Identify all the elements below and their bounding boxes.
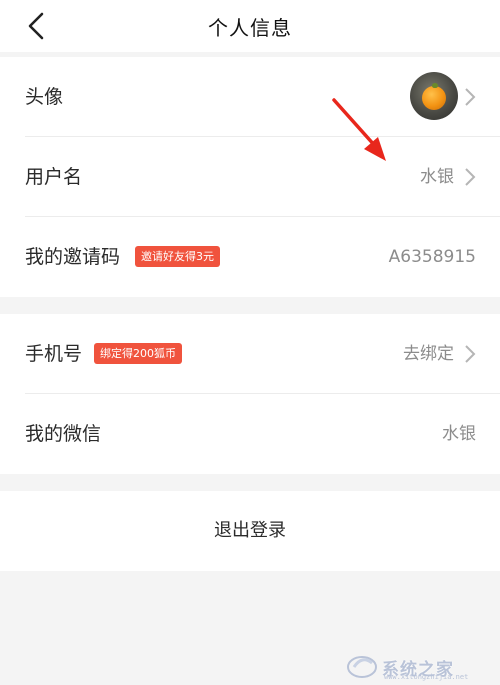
logout-label: 退出登录 [214,520,286,541]
wechat-value: 水银 [442,424,476,444]
avatar[interactable] [410,72,458,120]
top-bar: 个人信息 [0,0,500,52]
invite-code-row[interactable]: 我的邀请码 邀请好友得3元 A6358915 [0,217,500,297]
phone-reward-badge: 绑定得200狐币 [94,343,182,364]
avatar-label: 头像 [25,86,64,108]
phone-label: 手机号 [25,343,83,365]
watermark-url: www.xitongzhijia.net [384,673,469,681]
phone-row[interactable]: 手机号 绑定得200狐币 去绑定 [0,314,500,394]
invite-code-value: A6358915 [388,247,476,267]
wechat-row[interactable]: 我的微信 水银 [0,394,500,474]
orange-picture [422,86,446,110]
wechat-label: 我的微信 [25,423,102,445]
account-section: 手机号 绑定得200狐币 去绑定 我的微信 水银 [0,314,500,474]
avatar-row[interactable]: 头像 [0,57,500,137]
logout-button[interactable]: 退出登录 [0,491,500,571]
watermark-logo-icon [347,656,377,678]
invite-code-label: 我的邀请码 [25,246,121,268]
chevron-right-icon [464,87,476,107]
leaf-shape [432,83,438,88]
username-row[interactable]: 用户名 水银 [0,137,500,217]
username-value: 水银 [420,167,454,187]
chevron-right-icon [464,167,476,187]
red-arrow-annotation [332,98,386,161]
chevron-right-icon [464,344,476,364]
username-label: 用户名 [25,166,83,188]
page-title: 个人信息 [208,16,292,40]
watermark: 系统之家 www.xitongzhijia.net [342,651,492,681]
invite-reward-badge: 邀请好友得3元 [135,246,220,267]
bind-phone-link[interactable]: 去绑定 [403,314,454,394]
profile-section: 头像 用户名 水银 我的邀请码 邀请好友得3元 A6358915 [0,57,500,297]
